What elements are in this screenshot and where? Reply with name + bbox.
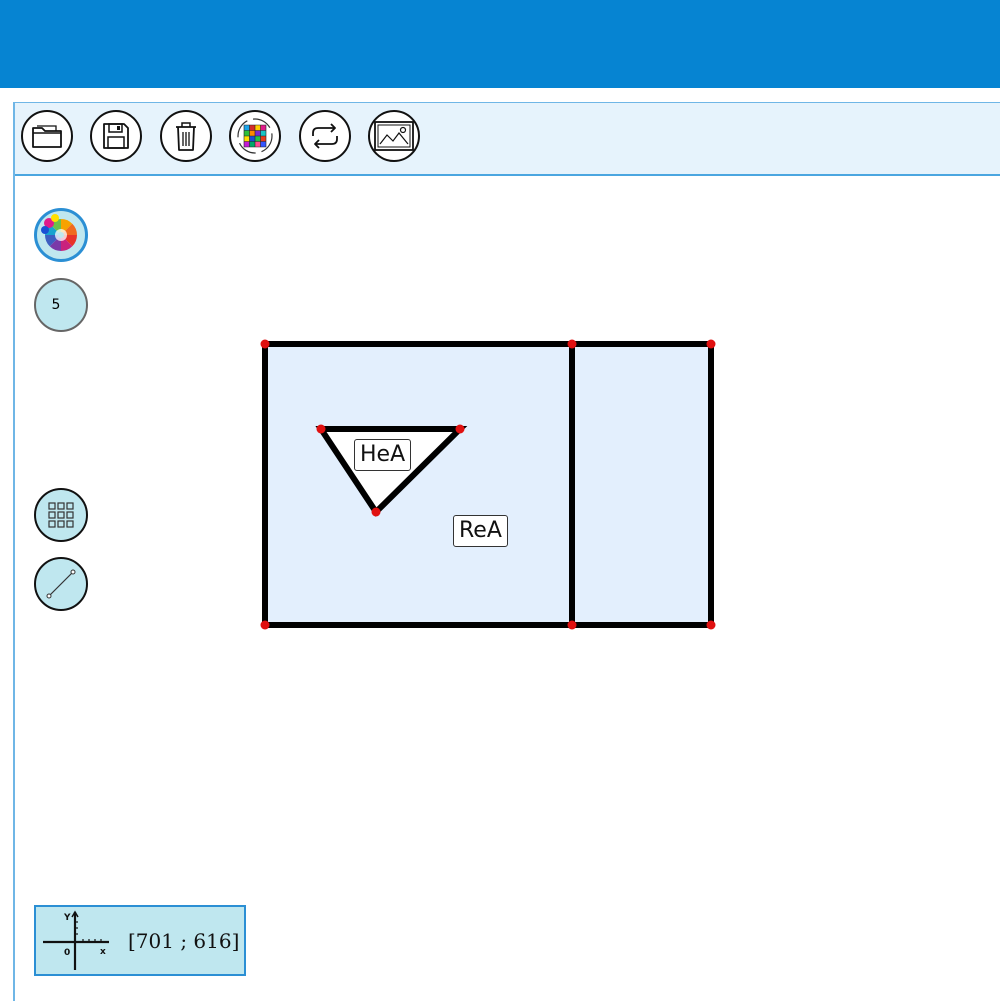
- triangle-label[interactable]: HeA: [354, 439, 412, 471]
- vertex-point[interactable]: [567, 339, 577, 349]
- vertex-point[interactable]: [706, 620, 716, 630]
- vertex-point[interactable]: [567, 620, 577, 630]
- vertex-point[interactable]: [706, 339, 716, 349]
- origin-label: 0: [64, 948, 70, 958]
- axis-y-label: Y: [63, 913, 71, 923]
- cursor-coordinates: [701 ; 616]: [128, 929, 240, 953]
- vertex-point[interactable]: [260, 620, 270, 630]
- drawing-canvas[interactable]: [0, 0, 1000, 1000]
- coordinates-panel: Y 0 x [701 ; 616]: [34, 905, 246, 976]
- axis-x-label: x: [100, 947, 106, 957]
- rectangle-label[interactable]: ReA: [453, 515, 508, 547]
- vertex-point[interactable]: [455, 424, 465, 434]
- vertex-point[interactable]: [316, 424, 326, 434]
- vertex-point[interactable]: [260, 339, 270, 349]
- axes-icon: Y 0 x: [43, 910, 109, 970]
- vertex-point[interactable]: [371, 507, 381, 517]
- rectangle-shape[interactable]: [262, 341, 714, 628]
